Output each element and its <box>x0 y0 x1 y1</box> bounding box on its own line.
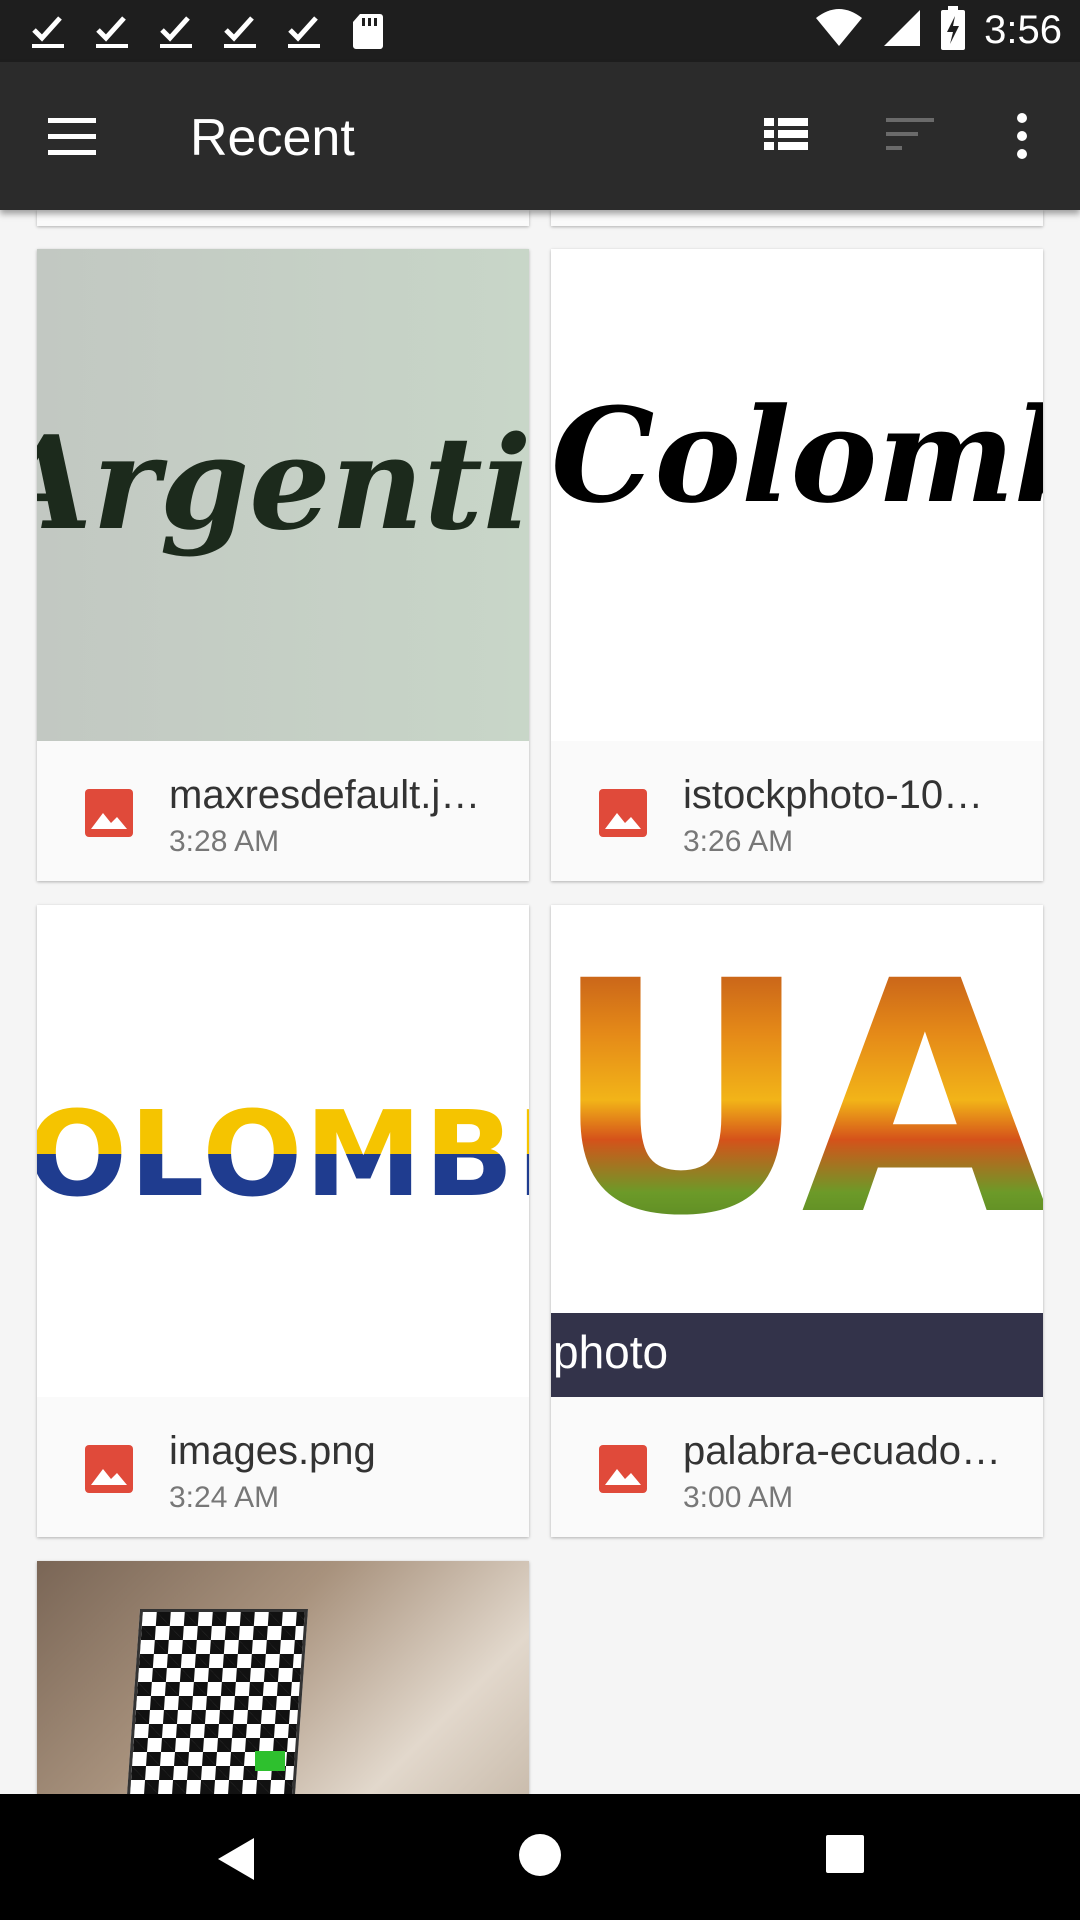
file-name: palabra-ecuado… <box>683 1429 1001 1473</box>
home-icon <box>519 1834 561 1876</box>
image-file-icon <box>599 789 647 837</box>
sort-icon <box>886 118 934 150</box>
file-meta: images.png 3:24 AM <box>37 1397 529 1537</box>
file-card[interactable] <box>37 1561 529 1794</box>
check-icon <box>222 10 258 52</box>
thumbnail-text: OLOMBIA <box>37 1085 529 1223</box>
sort-button[interactable] <box>880 110 940 162</box>
clock: 3:56 <box>984 8 1062 52</box>
list-view-icon <box>764 118 808 150</box>
wifi-icon <box>814 8 864 53</box>
app-bar: Recent <box>0 62 1080 210</box>
thumbnail-text: UAD <box>551 935 1043 1265</box>
file-name: istockphoto-10… <box>683 773 984 817</box>
recents-icon <box>826 1835 864 1873</box>
thumbnail-caption: photo <box>553 1326 669 1378</box>
file-time: 3:28 AM <box>169 825 280 858</box>
back-icon <box>218 1838 254 1880</box>
system-status: 3:56 <box>814 6 1062 55</box>
notification-icons <box>30 10 386 52</box>
image-file-icon <box>599 1445 647 1493</box>
home-button[interactable] <box>517 1832 563 1878</box>
image-file-icon <box>85 789 133 837</box>
file-meta: maxresdefault.j… 3:28 AM <box>37 741 529 881</box>
thumbnail-text: Argentina <box>37 409 529 559</box>
thumbnail-text: Colombia <box>551 379 1043 532</box>
file-time: 3:00 AM <box>683 1481 794 1514</box>
file-card[interactable]: OLOMBIA images.png 3:24 AM <box>37 905 529 1537</box>
file-thumbnail: Argentina <box>37 249 529 741</box>
status-bar: 3:56 <box>0 0 1080 62</box>
more-options-button[interactable] <box>1000 106 1044 166</box>
file-thumbnail: Colombia <box>551 249 1043 741</box>
sd-card-icon <box>350 10 386 52</box>
image-file-icon <box>85 1445 133 1493</box>
file-meta: istockphoto-10… 3:26 AM <box>551 741 1043 881</box>
file-thumbnail: OLOMBIA <box>37 905 529 1397</box>
more-vert-icon <box>1017 113 1027 159</box>
check-icon <box>286 10 322 52</box>
file-thumbnail: UAD photo <box>551 905 1043 1397</box>
back-button[interactable] <box>212 1834 262 1884</box>
navigation-bar <box>0 1794 1080 1920</box>
file-card-partial[interactable] <box>37 210 529 226</box>
file-card[interactable]: UAD photo palabra-ecuado… 3:00 AM <box>551 905 1043 1537</box>
file-meta: palabra-ecuado… 3:00 AM <box>551 1397 1043 1537</box>
recent-files-grid: Argentina maxresdefault.j… 3:28 AM Colom… <box>0 210 1080 1794</box>
list-view-button[interactable] <box>756 106 816 166</box>
recents-button[interactable] <box>825 1834 865 1874</box>
file-thumbnail <box>37 1561 529 1794</box>
green-marker <box>255 1751 285 1771</box>
page-title: Recent <box>190 109 355 167</box>
check-icon <box>158 10 194 52</box>
check-icon <box>30 10 66 52</box>
signal-icon <box>882 8 922 53</box>
file-card-partial[interactable] <box>551 210 1043 226</box>
check-icon <box>94 10 130 52</box>
file-name: images.png <box>169 1429 376 1473</box>
thumbnail-caption-bar: photo <box>551 1313 1043 1397</box>
menu-button[interactable] <box>38 106 108 166</box>
file-card[interactable]: Colombia istockphoto-10… 3:26 AM <box>551 249 1043 881</box>
file-time: 3:24 AM <box>169 1481 280 1514</box>
menu-icon <box>48 118 96 155</box>
file-name: maxresdefault.j… <box>169 773 481 817</box>
file-time: 3:26 AM <box>683 825 794 858</box>
battery-charging-icon <box>940 6 966 55</box>
file-card[interactable]: Argentina maxresdefault.j… 3:28 AM <box>37 249 529 881</box>
